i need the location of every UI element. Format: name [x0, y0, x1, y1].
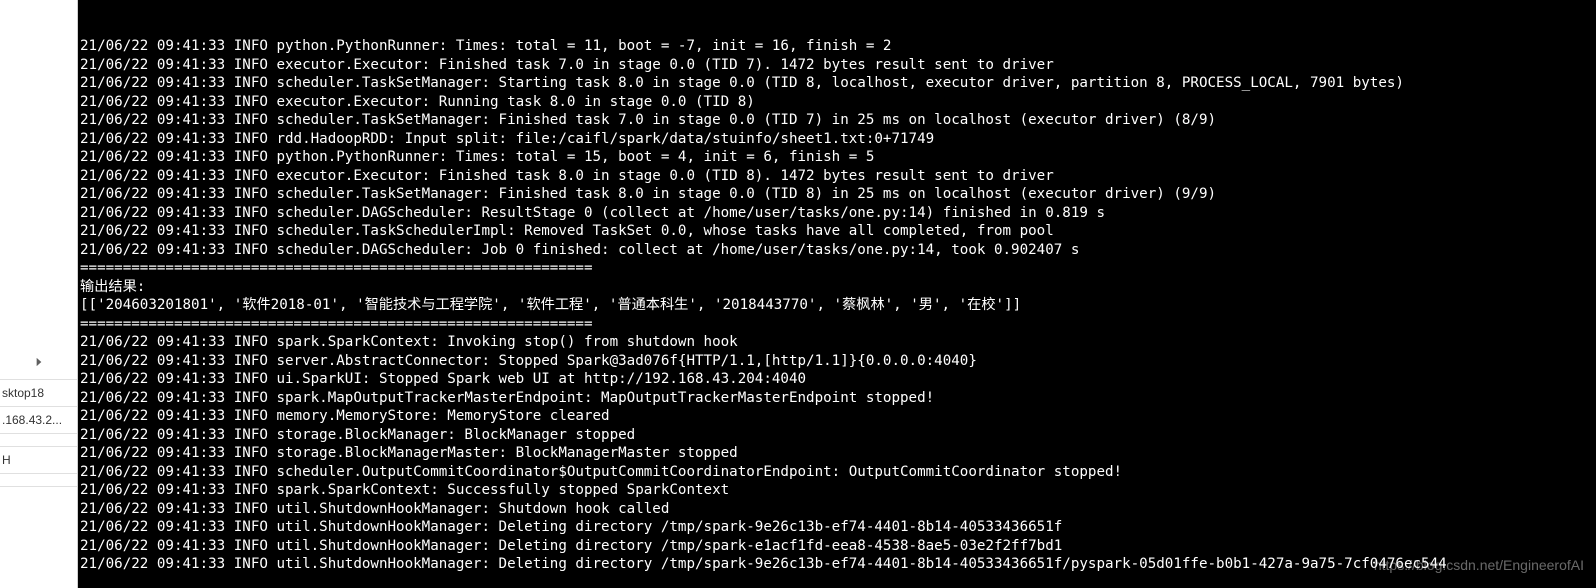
- terminal-line: ========================================…: [80, 315, 1596, 334]
- file-explorer-sidebar: sktop18 .168.43.2... H: [0, 0, 78, 588]
- terminal-line: ========================================…: [80, 259, 1596, 278]
- terminal-output[interactable]: 21/06/22 09:41:33 INFO python.PythonRunn…: [78, 0, 1596, 588]
- terminal-line: 21/06/22 09:41:33 INFO util.ShutdownHook…: [80, 555, 1596, 574]
- terminal-line: 21/06/22 09:41:33 INFO executor.Executor…: [80, 167, 1596, 186]
- terminal-line: 21/06/22 09:41:33 INFO spark.SparkContex…: [80, 481, 1596, 500]
- terminal-line: 21/06/22 09:41:33 INFO scheduler.OutputC…: [80, 463, 1596, 482]
- sidebar-item-blank1[interactable]: [0, 434, 77, 447]
- terminal-line: [['204603201801', '软件2018-01', '智能技术与工程学…: [80, 296, 1596, 315]
- sidebar-item-blank2[interactable]: [0, 474, 77, 487]
- terminal-line: 21/06/22 09:41:33 INFO util.ShutdownHook…: [80, 500, 1596, 519]
- terminal-line: 21/06/22 09:41:33 INFO spark.MapOutputTr…: [80, 389, 1596, 408]
- terminal-line: 21/06/22 09:41:33 INFO spark.SparkContex…: [80, 333, 1596, 352]
- terminal-line: 21/06/22 09:41:33 INFO storage.BlockMana…: [80, 426, 1596, 445]
- sidebar-spacer: [0, 0, 77, 380]
- terminal-line: 21/06/22 09:41:33 INFO python.PythonRunn…: [80, 37, 1596, 56]
- sidebar-item-ip[interactable]: .168.43.2...: [0, 407, 77, 434]
- terminal-line: 21/06/22 09:41:33 INFO ui.SparkUI: Stopp…: [80, 370, 1596, 389]
- terminal-line: 输出结果:: [80, 278, 1596, 297]
- terminal-line: 21/06/22 09:41:33 INFO scheduler.TaskSet…: [80, 185, 1596, 204]
- terminal-line: 21/06/22 09:41:33 INFO scheduler.TaskSet…: [80, 111, 1596, 130]
- back-button[interactable]: [0, 347, 77, 377]
- sidebar-item-h[interactable]: H: [0, 447, 77, 474]
- terminal-line: 21/06/22 09:41:33 INFO util.ShutdownHook…: [80, 518, 1596, 537]
- terminal-line: 21/06/22 09:41:33 INFO memory.MemoryStor…: [80, 407, 1596, 426]
- terminal-line: 21/06/22 09:41:33 INFO python.PythonRunn…: [80, 148, 1596, 167]
- chevron-right-icon: [32, 355, 46, 369]
- terminal-line: 21/06/22 09:41:33 INFO scheduler.TaskSet…: [80, 74, 1596, 93]
- terminal-lines: 21/06/22 09:41:33 INFO python.PythonRunn…: [80, 37, 1596, 574]
- terminal-line: 21/06/22 09:41:33 INFO scheduler.TaskSch…: [80, 222, 1596, 241]
- terminal-line: 21/06/22 09:41:33 INFO executor.Executor…: [80, 93, 1596, 112]
- terminal-line: 21/06/22 09:41:33 INFO storage.BlockMana…: [80, 444, 1596, 463]
- terminal-line: 21/06/22 09:41:33 INFO util.ShutdownHook…: [80, 537, 1596, 556]
- sidebar-item-desktop[interactable]: sktop18: [0, 380, 77, 407]
- terminal-line: 21/06/22 09:41:33 INFO server.AbstractCo…: [80, 352, 1596, 371]
- terminal-line: 21/06/22 09:41:33 INFO scheduler.DAGSche…: [80, 204, 1596, 223]
- terminal-line: 21/06/22 09:41:33 INFO rdd.HadoopRDD: In…: [80, 130, 1596, 149]
- terminal-line: 21/06/22 09:41:33 INFO executor.Executor…: [80, 56, 1596, 75]
- terminal-line: 21/06/22 09:41:33 INFO scheduler.DAGSche…: [80, 241, 1596, 260]
